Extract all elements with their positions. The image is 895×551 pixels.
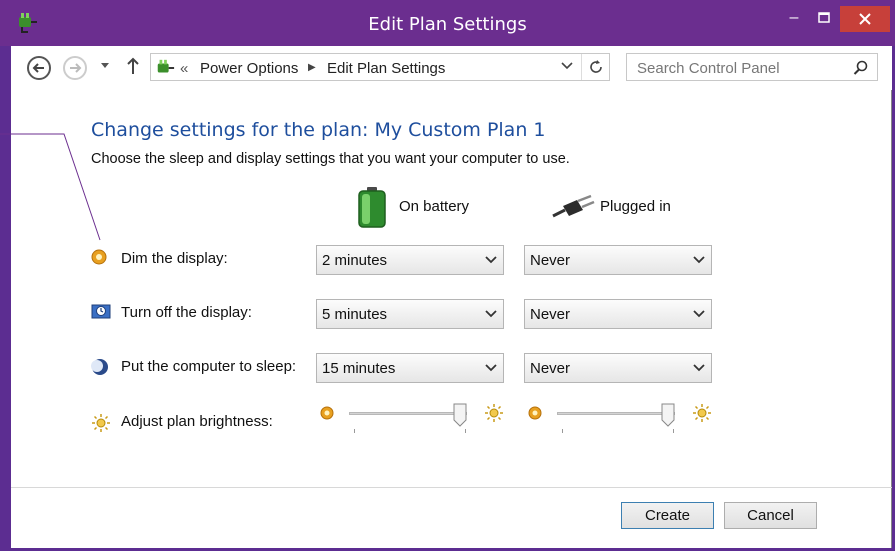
- slider-tick: [673, 429, 674, 433]
- power-plug-icon: [552, 194, 595, 218]
- breadcrumb-separator-icon[interactable]: ▶: [308, 62, 316, 73]
- close-button[interactable]: [840, 6, 890, 32]
- search-icon[interactable]: [853, 60, 869, 76]
- cancel-button[interactable]: Cancel: [724, 502, 817, 529]
- page-title: Change settings for the plan: My Custom …: [91, 119, 546, 141]
- back-arrow-icon: [32, 63, 44, 73]
- sleep-label: Put the computer to sleep:: [121, 358, 297, 375]
- sleep-moon-icon: [91, 359, 108, 375]
- brightness-low-icon: [320, 406, 334, 420]
- turn-off-display-battery-select[interactable]: 5 minutes: [316, 299, 504, 329]
- slider-tick: [562, 429, 563, 433]
- sleep-battery-value: 15 minutes: [322, 360, 396, 377]
- display-off-icon: [91, 304, 111, 319]
- recent-locations-icon[interactable]: [100, 62, 110, 70]
- divider: [581, 54, 582, 80]
- turn-off-display-label: Turn off the display:: [121, 304, 252, 321]
- forward-button[interactable]: [63, 56, 87, 80]
- up-arrow-icon[interactable]: [126, 57, 140, 75]
- chevron-down-icon: [693, 256, 705, 264]
- footer-divider: [11, 487, 892, 488]
- brightness-high-icon: [485, 404, 503, 422]
- plugged-in-header: Plugged in: [600, 198, 671, 215]
- chevron-down-icon: [485, 310, 497, 318]
- breadcrumb-power-options[interactable]: Power Options: [200, 60, 298, 77]
- turn-off-display-battery-value: 5 minutes: [322, 306, 388, 323]
- window-title: Edit Plan Settings: [368, 14, 527, 35]
- title-bar[interactable]: Edit Plan Settings –: [0, 0, 895, 46]
- brightness-plugged-slider[interactable]: [557, 412, 675, 415]
- brightness-low-icon: [528, 406, 542, 420]
- sleep-battery-select[interactable]: 15 minutes: [316, 353, 504, 383]
- turn-off-display-plugged-select[interactable]: Never: [524, 299, 712, 329]
- maximize-button[interactable]: [809, 6, 839, 32]
- maximize-icon: [818, 12, 830, 23]
- brightness-label: Adjust plan brightness:: [121, 413, 273, 430]
- brightness-battery-slider[interactable]: [349, 412, 467, 415]
- chevron-down-icon: [693, 364, 705, 372]
- navigation-bar: « Power Options ▶ Edit Plan Settings Sea…: [11, 46, 892, 90]
- back-button[interactable]: [27, 56, 51, 80]
- battery-icon: [358, 187, 386, 228]
- turn-off-display-plugged-value: Never: [530, 306, 571, 323]
- sleep-plugged-value: Never: [530, 360, 571, 377]
- dim-display-battery-value: 2 minutes: [322, 252, 388, 269]
- sleep-plugged-select[interactable]: Never: [524, 353, 712, 383]
- chevron-down-icon[interactable]: [561, 61, 573, 71]
- address-bar[interactable]: « Power Options ▶ Edit Plan Settings: [150, 53, 610, 81]
- window: Edit Plan Settings – « Power Options ▶ E…: [0, 0, 895, 551]
- forward-arrow-icon: [70, 63, 82, 73]
- breadcrumb-overflow[interactable]: «: [180, 60, 188, 77]
- refresh-icon[interactable]: [588, 59, 604, 75]
- dim-display-battery-select[interactable]: 2 minutes: [316, 245, 504, 275]
- slider-tick: [465, 429, 466, 433]
- brightness-battery-thumb[interactable]: [453, 403, 467, 427]
- content-area: « Power Options ▶ Edit Plan Settings Sea…: [11, 46, 892, 548]
- chevron-down-icon: [485, 256, 497, 264]
- brightness-plugged-thumb[interactable]: [661, 403, 675, 427]
- chevron-down-icon: [485, 364, 497, 372]
- dim-display-label: Dim the display:: [121, 250, 228, 267]
- search-input[interactable]: Search Control Panel: [637, 60, 780, 77]
- search-box[interactable]: Search Control Panel: [626, 53, 878, 81]
- page-description: Choose the sleep and display settings th…: [91, 151, 570, 167]
- breadcrumb-edit-plan-settings[interactable]: Edit Plan Settings: [327, 60, 445, 77]
- brightness-icon: [92, 414, 110, 432]
- chevron-down-icon: [693, 310, 705, 318]
- slider-tick: [354, 429, 355, 433]
- minimize-button[interactable]: –: [779, 6, 809, 32]
- create-button[interactable]: Create: [621, 502, 714, 529]
- brightness-high-icon: [693, 404, 711, 422]
- dim-display-plugged-select[interactable]: Never: [524, 245, 712, 275]
- on-battery-header: On battery: [399, 198, 470, 215]
- power-options-icon: [157, 59, 175, 73]
- close-icon: [859, 13, 871, 25]
- dim-display-plugged-value: Never: [530, 252, 571, 269]
- dim-display-icon: [91, 249, 107, 265]
